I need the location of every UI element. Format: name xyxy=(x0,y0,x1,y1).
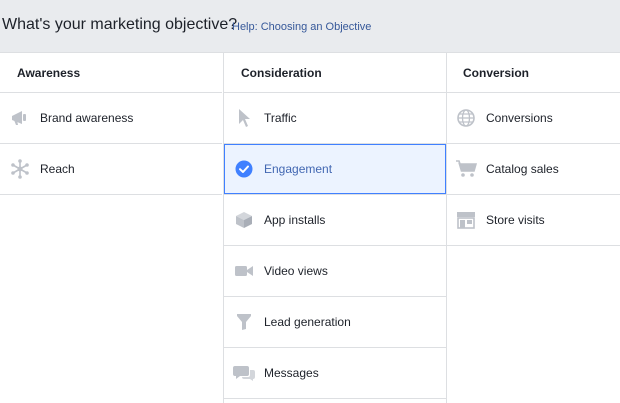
megaphone-icon xyxy=(9,107,31,129)
objective-label: Conversions xyxy=(486,111,553,125)
shopping-cart-icon xyxy=(455,158,477,180)
objective-conversions[interactable]: Conversions xyxy=(446,93,620,144)
objective-video-views[interactable]: Video views xyxy=(224,246,446,297)
objective-reach[interactable]: Reach xyxy=(0,144,222,195)
objective-label: Traffic xyxy=(264,111,297,125)
chat-bubbles-icon xyxy=(233,362,255,384)
column-heading-awareness: Awareness xyxy=(0,53,222,93)
objective-catalog-sales[interactable]: Catalog sales xyxy=(446,144,620,195)
objective-label: Messages xyxy=(264,366,319,380)
objective-traffic[interactable]: Traffic xyxy=(224,93,446,144)
column-heading-consideration: Consideration xyxy=(224,53,446,93)
column-awareness: Awareness Brand awareness Reach xyxy=(0,53,222,403)
objective-label: Lead generation xyxy=(264,315,351,329)
cursor-icon xyxy=(233,107,255,129)
objective-engagement[interactable]: Engagement xyxy=(224,144,446,195)
objective-store-visits[interactable]: Store visits xyxy=(446,195,620,246)
funnel-icon xyxy=(233,311,255,333)
objective-app-installs[interactable]: App installs xyxy=(224,195,446,246)
objective-label: Video views xyxy=(264,264,328,278)
objective-label: Engagement xyxy=(264,162,333,176)
column-heading-conversion: Conversion xyxy=(446,53,620,93)
objective-label: Brand awareness xyxy=(40,111,134,125)
objective-messages[interactable]: Messages xyxy=(224,348,446,399)
page-title: What's your marketing objective? xyxy=(2,16,238,33)
objective-header: What's your marketing objective? Help: C… xyxy=(0,0,620,53)
globe-icon xyxy=(455,107,477,129)
objective-label: Reach xyxy=(40,162,75,176)
objective-label: App installs xyxy=(264,213,326,227)
objective-label: Catalog sales xyxy=(486,162,559,176)
objective-lead-generation[interactable]: Lead generation xyxy=(224,297,446,348)
storefront-icon xyxy=(455,209,477,231)
help-link[interactable]: Help: Choosing an Objective xyxy=(232,21,371,33)
objective-grid: Awareness Brand awareness Reach Consider… xyxy=(0,53,620,403)
video-camera-icon xyxy=(233,260,255,282)
checkmark-circle-icon xyxy=(233,158,255,180)
reach-icon xyxy=(9,158,31,180)
column-conversion: Conversion Conversions Catalog sales Sto… xyxy=(446,53,620,403)
box-icon xyxy=(233,209,255,231)
objective-label: Store visits xyxy=(486,213,545,227)
column-consideration: Consideration Traffic Engagement App ins… xyxy=(223,53,447,403)
objective-brand-awareness[interactable]: Brand awareness xyxy=(0,93,222,144)
